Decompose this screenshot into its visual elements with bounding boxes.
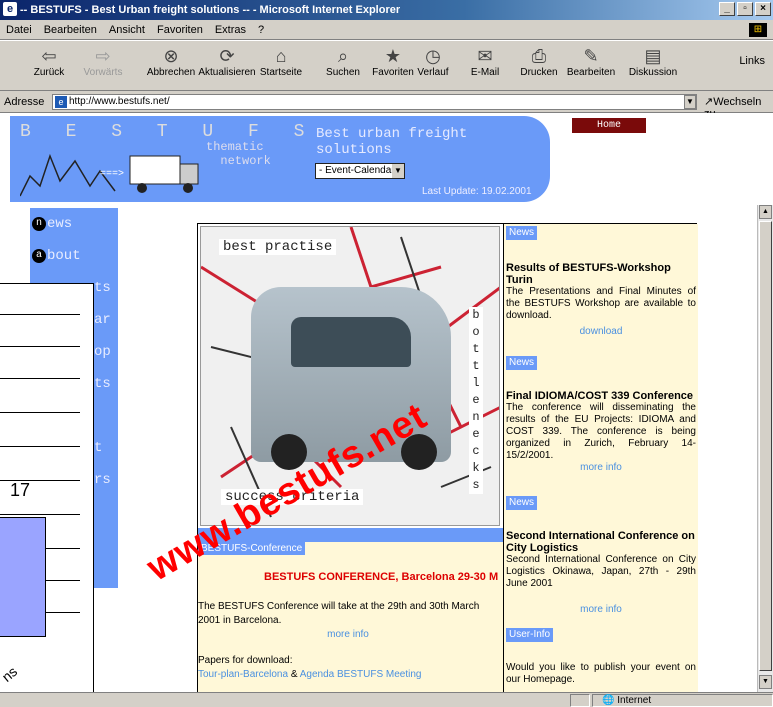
mail-button[interactable]: ✉ E-Mail bbox=[454, 45, 516, 78]
status-bar: 🌐 Internet bbox=[0, 692, 773, 707]
menu-datei[interactable]: Datei bbox=[6, 24, 32, 36]
window-controls: _ ▫ × bbox=[719, 2, 771, 16]
news-tab: News bbox=[506, 226, 538, 240]
news-title: Results of BESTUFS-Workshop Turin bbox=[506, 262, 671, 286]
history-icon: ◷ bbox=[425, 46, 441, 66]
windows-logo-icon: ⊞ bbox=[749, 23, 767, 37]
news-column: News Results of BESTUFS-Workshop Turin T… bbox=[503, 224, 698, 692]
event-calendar-select[interactable]: - Event-Calendar - ▼ bbox=[315, 163, 405, 179]
scroll-thumb[interactable] bbox=[759, 221, 772, 671]
bottlenecks-label: bottlenecks bbox=[469, 307, 483, 494]
main-content: best practise success criteria bottlenec… bbox=[197, 223, 698, 692]
news-body: Second International Conference on City … bbox=[506, 554, 696, 589]
edit-button[interactable]: ✎ Bearbeiten bbox=[560, 45, 622, 78]
nav-item-news[interactable]: n ews bbox=[30, 208, 118, 240]
menu-bar: Datei Bearbeiten Ansicht Favoriten Extra… bbox=[0, 20, 773, 40]
address-bar: Adresse e http://www.bestufs.net/ ▼ ↗Wec… bbox=[0, 91, 773, 120]
menu-bearbeiten[interactable]: Bearbeiten bbox=[44, 24, 97, 36]
minimize-button[interactable]: _ bbox=[719, 2, 735, 16]
page-icon: e bbox=[55, 96, 67, 108]
ie-logo-icon: e bbox=[3, 2, 17, 16]
back-button[interactable]: ⇦ Zurück bbox=[18, 45, 80, 78]
address-label: Adresse bbox=[4, 95, 45, 108]
truck-skyline-icon: ===> bbox=[20, 153, 199, 197]
search-icon: ⌕ bbox=[337, 46, 349, 66]
site-tagline: Best urban freight solutions bbox=[316, 126, 468, 158]
news-body: The Presentations and Final Minutes of t… bbox=[506, 286, 696, 321]
home-toolbar-button[interactable]: ⌂ Startseite bbox=[250, 45, 312, 78]
links-button[interactable]: Links bbox=[739, 55, 765, 67]
discussion-icon: ▤ bbox=[644, 46, 662, 66]
home-icon: ⌂ bbox=[275, 46, 287, 66]
download-link[interactable]: download bbox=[580, 326, 623, 337]
thematic-network-label: thematic network bbox=[206, 140, 271, 168]
news-body: The conference will disseminating the re… bbox=[506, 402, 696, 461]
toolbar: ⇦ Zurück ⇨ Vorwärts ⊗ Abbrechen ⟳ Aktualisie… bbox=[0, 41, 773, 91]
menu-extras[interactable]: Extras bbox=[215, 24, 246, 36]
address-dropdown-button[interactable]: ▼ bbox=[684, 95, 696, 109]
refresh-icon: ⟳ bbox=[219, 46, 235, 66]
svg-text:===>: ===> bbox=[100, 169, 124, 180]
news-title: Final IDIOMA/COST 339 Conference bbox=[506, 390, 694, 402]
news-title: Second International Conference on City … bbox=[506, 530, 695, 554]
conference-title: BESTUFS CONFERENCE, Barcelona 29-30 M bbox=[264, 571, 499, 583]
web-page: B E S T U F S ===> thematic network Best… bbox=[0, 113, 757, 692]
nav-item-about[interactable]: a bout bbox=[30, 240, 118, 272]
news-tab: News bbox=[506, 496, 538, 510]
more-info-link[interactable]: more info bbox=[580, 604, 622, 615]
mail-icon: ✉ bbox=[477, 46, 493, 66]
refresh-button[interactable]: ⟳ Aktualisieren bbox=[196, 45, 258, 78]
agenda-link[interactable]: Agenda BESTUFS Meeting bbox=[300, 669, 422, 680]
address-input[interactable]: e http://www.bestufs.net/ bbox=[52, 94, 697, 110]
news-body: Would you like to publish your event on … bbox=[506, 662, 696, 685]
overlay-number: 17 bbox=[10, 480, 31, 500]
more-info-link[interactable]: more info bbox=[580, 462, 622, 473]
menu-help[interactable]: ? bbox=[258, 24, 264, 36]
maximize-button[interactable]: ▫ bbox=[737, 2, 753, 16]
forward-button[interactable]: ⇨ Vorwärts bbox=[72, 45, 134, 78]
internet-zone: 🌐 Internet bbox=[602, 695, 652, 706]
chevron-down-icon: ▼ bbox=[392, 164, 404, 178]
conference-body: The BESTUFS Conference will take at the … bbox=[198, 601, 480, 680]
user-info-tab: User-Info bbox=[506, 628, 554, 642]
favorites-icon: ★ bbox=[384, 46, 402, 66]
last-update: Last Update: 19.02.2001 bbox=[422, 186, 532, 197]
stop-icon: ⊗ bbox=[163, 46, 179, 66]
window-title: -- BESTUFS - Best Urban freight solution… bbox=[20, 4, 401, 16]
close-button[interactable]: × bbox=[755, 2, 771, 16]
site-header: B E S T U F S ===> thematic network Best… bbox=[10, 116, 550, 202]
discussion-button[interactable]: ▤ Diskussion bbox=[622, 45, 684, 78]
scroll-up-button[interactable]: ▲ bbox=[759, 205, 772, 219]
edit-icon: ✎ bbox=[583, 46, 599, 66]
best-practise-label: best practise bbox=[219, 239, 337, 255]
forward-arrow-icon: ⇨ bbox=[95, 46, 111, 66]
menu-favoriten[interactable]: Favoriten bbox=[157, 24, 203, 36]
back-arrow-icon: ⇦ bbox=[41, 46, 57, 66]
stop-button[interactable]: ⊗ Abbrechen bbox=[140, 45, 202, 78]
news-tab: News bbox=[506, 356, 538, 370]
menu-ansicht[interactable]: Ansicht bbox=[109, 24, 145, 36]
vertical-scrollbar[interactable]: ▲ ▼ bbox=[757, 205, 773, 692]
address-url: http://www.bestufs.net/ bbox=[69, 96, 170, 107]
overlay-bar bbox=[0, 517, 46, 637]
home-button[interactable]: Home bbox=[572, 118, 646, 133]
tour-plan-link[interactable]: Tour-plan-Barcelona bbox=[198, 669, 288, 680]
scroll-down-button[interactable]: ▼ bbox=[759, 675, 772, 689]
print-icon: ⎙ bbox=[531, 46, 547, 66]
conference-more-info-link[interactable]: more info bbox=[327, 629, 369, 640]
window-titlebar: e -- BESTUFS - Best Urban freight soluti… bbox=[0, 0, 773, 20]
